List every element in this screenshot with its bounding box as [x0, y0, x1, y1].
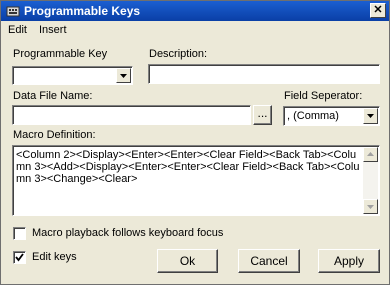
field-separator-label: Field Seperator: — [284, 90, 363, 102]
macro-playback-checkbox[interactable] — [13, 227, 26, 240]
programmable-key-label: Programmable Key — [13, 48, 108, 60]
programmable-key-select[interactable] — [12, 66, 133, 85]
keyboard-icon — [6, 4, 20, 18]
macro-definition-textarea[interactable]: <Column 2><Display><Enter><Enter><Clear … — [12, 145, 380, 216]
macro-definition-label: Macro Definition: — [13, 129, 96, 141]
field-separator-value: , (Comma) — [287, 110, 339, 122]
checkmark-icon — [15, 253, 24, 262]
menu-insert[interactable]: Insert — [39, 24, 67, 36]
apply-button[interactable]: Apply — [318, 249, 380, 273]
macro-scrollbar[interactable] — [363, 147, 378, 214]
macro-definition-text: <Column 2><Display><Enter><Enter><Clear … — [16, 149, 360, 185]
edit-keys-label: Edit keys — [32, 251, 77, 263]
data-file-label: Data File Name: — [13, 90, 93, 102]
programmable-keys-dialog: Programmable Keys ✕ Edit Insert Programm… — [0, 0, 390, 285]
data-file-input[interactable] — [12, 105, 251, 125]
ok-button[interactable]: Ok — [157, 249, 218, 273]
title-bar[interactable]: Programmable Keys ✕ — [1, 1, 389, 21]
menu-bar: Edit Insert — [1, 21, 389, 39]
browse-button[interactable]: ... — [253, 105, 272, 125]
macro-playback-label: Macro playback follows keyboard focus — [32, 227, 224, 239]
window-title: Programmable Keys — [24, 4, 141, 18]
menu-edit[interactable]: Edit — [8, 24, 27, 36]
description-input[interactable] — [148, 64, 380, 84]
close-icon[interactable]: ✕ — [370, 3, 386, 18]
edit-keys-checkbox[interactable] — [13, 251, 26, 264]
description-label: Description: — [149, 48, 208, 60]
chevron-down-icon[interactable] — [363, 108, 378, 124]
cancel-button[interactable]: Cancel — [238, 249, 300, 273]
chevron-down-icon[interactable] — [116, 68, 131, 83]
field-separator-select[interactable]: , (Comma) — [283, 106, 380, 126]
scroll-up-icon[interactable] — [363, 147, 378, 162]
scroll-down-icon[interactable] — [363, 199, 378, 214]
